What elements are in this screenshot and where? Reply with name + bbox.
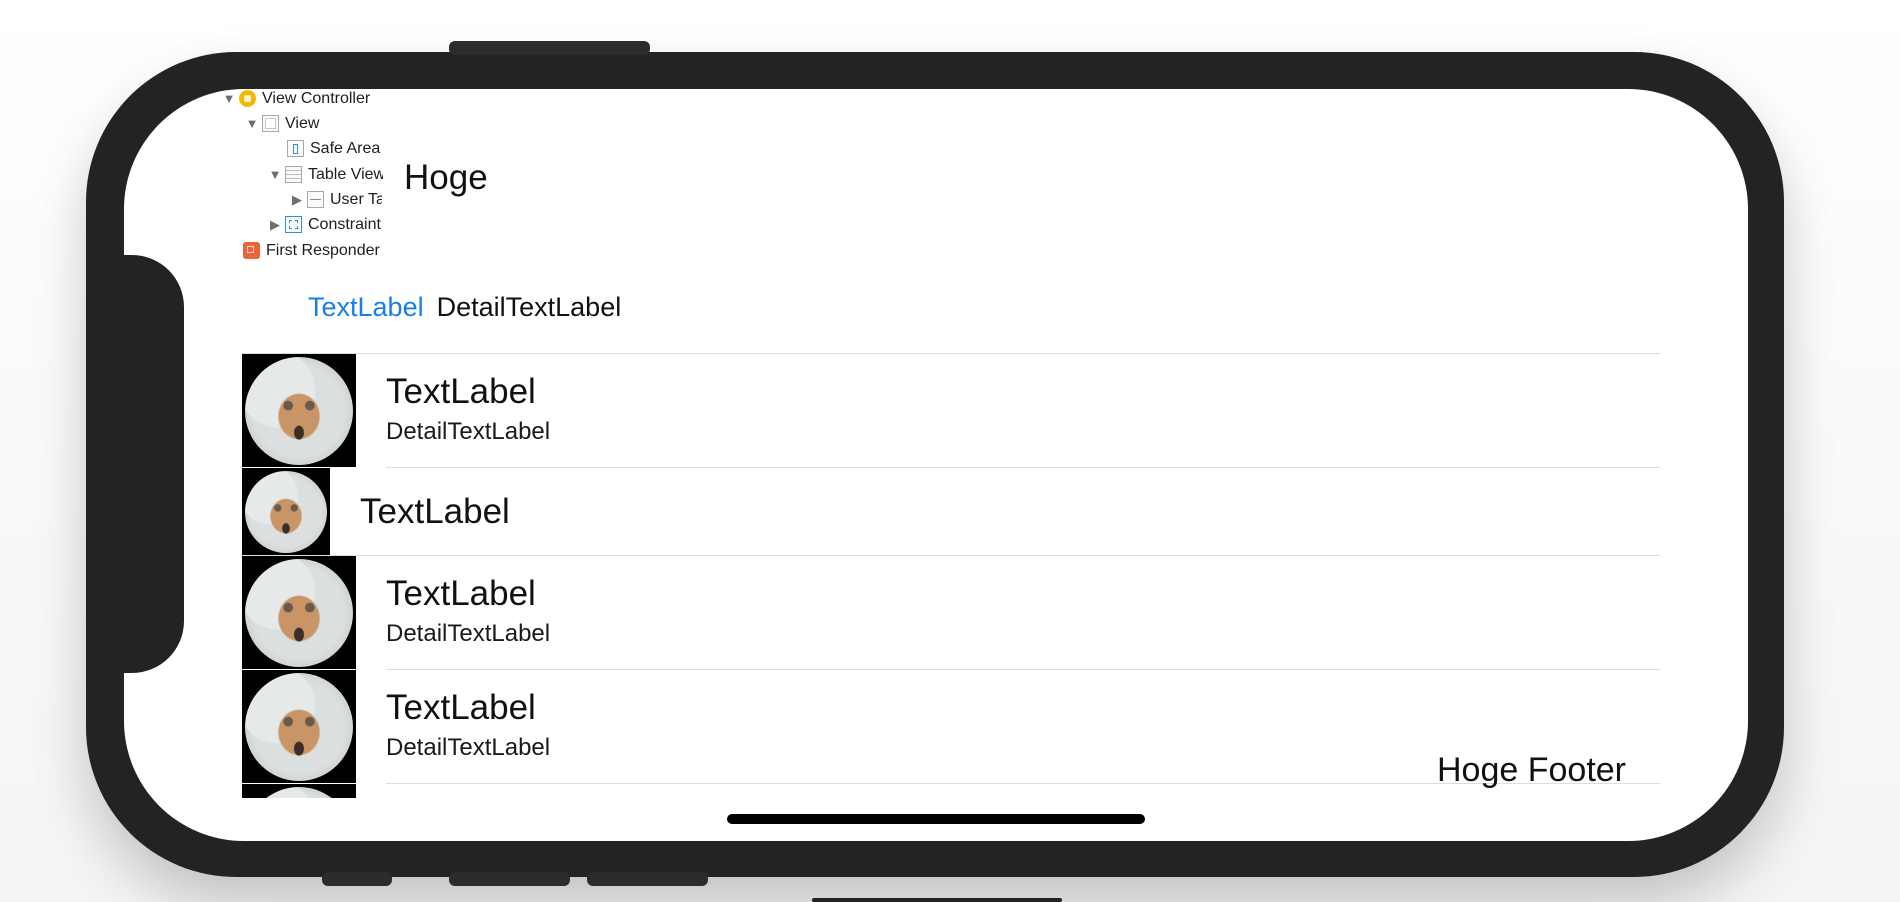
sensor-housing bbox=[120, 255, 184, 673]
table-cell-icon bbox=[307, 191, 324, 208]
table-row[interactable]: TextLabel DetailTextLabel bbox=[242, 354, 1660, 467]
tree-item-label: Constraint bbox=[308, 215, 381, 233]
dog-face-image bbox=[245, 471, 327, 553]
table-row[interactable]: TextLabel DetailTextLabel bbox=[242, 556, 1660, 669]
tree-item-user-table-cell[interactable]: ▶ User Ta bbox=[290, 187, 382, 212]
tree-item-label: User Ta bbox=[330, 190, 382, 208]
cell-title: TextLabel bbox=[360, 492, 510, 531]
constraints-icon bbox=[285, 216, 302, 233]
disclosure-collapsed-icon[interactable]: ▶ bbox=[268, 217, 282, 233]
first-responder-icon bbox=[243, 242, 260, 259]
cell-title: TextLabel bbox=[386, 688, 536, 727]
dog-face-image bbox=[245, 787, 353, 798]
dog-face-image bbox=[245, 673, 353, 781]
dog-face-image bbox=[245, 357, 353, 465]
safe-area-icon bbox=[287, 140, 304, 157]
dog-thumbnail bbox=[242, 784, 356, 798]
cell-title: TextLabel bbox=[386, 574, 536, 613]
view-icon bbox=[262, 115, 279, 132]
disclosure-expanded-icon[interactable]: ▼ bbox=[268, 167, 282, 182]
tree-item-label: Safe Area bbox=[310, 139, 381, 157]
table-footer-title: Hoge Footer bbox=[1437, 751, 1626, 789]
cell-detail: DetailTextLabel bbox=[386, 418, 551, 445]
table-row[interactable]: TextLabel bbox=[242, 468, 1660, 555]
disclosure-collapsed-icon[interactable]: ▶ bbox=[290, 192, 304, 208]
disclosure-expanded-icon[interactable]: ▼ bbox=[245, 116, 259, 131]
table-view-icon bbox=[285, 166, 302, 183]
home-indicator[interactable] bbox=[727, 814, 1145, 824]
tree-item-table-view[interactable]: ▼ Table View bbox=[268, 162, 383, 187]
cell-detail: DetailTextLabel bbox=[386, 620, 551, 647]
dog-thumbnail bbox=[242, 468, 330, 555]
tree-item-view-controller[interactable]: ▼ View Controller bbox=[222, 86, 370, 111]
tree-item-safe-area[interactable]: Safe Area bbox=[287, 136, 408, 161]
dog-thumbnail bbox=[242, 556, 356, 669]
tree-item-view[interactable]: ▼ View bbox=[245, 111, 319, 136]
header-detail-text-label: DetailTextLabel bbox=[436, 292, 622, 322]
cell-detail: DetailTextLabel bbox=[386, 734, 551, 761]
tree-item-constraints[interactable]: ▶ Constraint bbox=[268, 212, 383, 237]
header-text-label: TextLabel bbox=[308, 292, 424, 322]
header-cell[interactable]: TextLabel DetailTextLabel bbox=[308, 292, 621, 323]
dog-thumbnail bbox=[242, 354, 356, 467]
tree-item-label: View bbox=[285, 114, 320, 132]
tree-item-label: View Controller bbox=[262, 89, 371, 107]
view-controller-icon bbox=[239, 90, 256, 107]
cell-title: TextLabel bbox=[386, 372, 536, 411]
tree-item-label: First Responder bbox=[266, 241, 380, 259]
tree-item-label: Table View bbox=[308, 165, 383, 183]
dog-face-image bbox=[245, 559, 353, 667]
disclosure-expanded-icon[interactable]: ▼ bbox=[222, 91, 236, 106]
table-header-title: Hoge bbox=[404, 158, 488, 197]
tree-item-first-responder[interactable]: First Responder bbox=[243, 238, 380, 263]
dog-thumbnail bbox=[242, 670, 356, 783]
